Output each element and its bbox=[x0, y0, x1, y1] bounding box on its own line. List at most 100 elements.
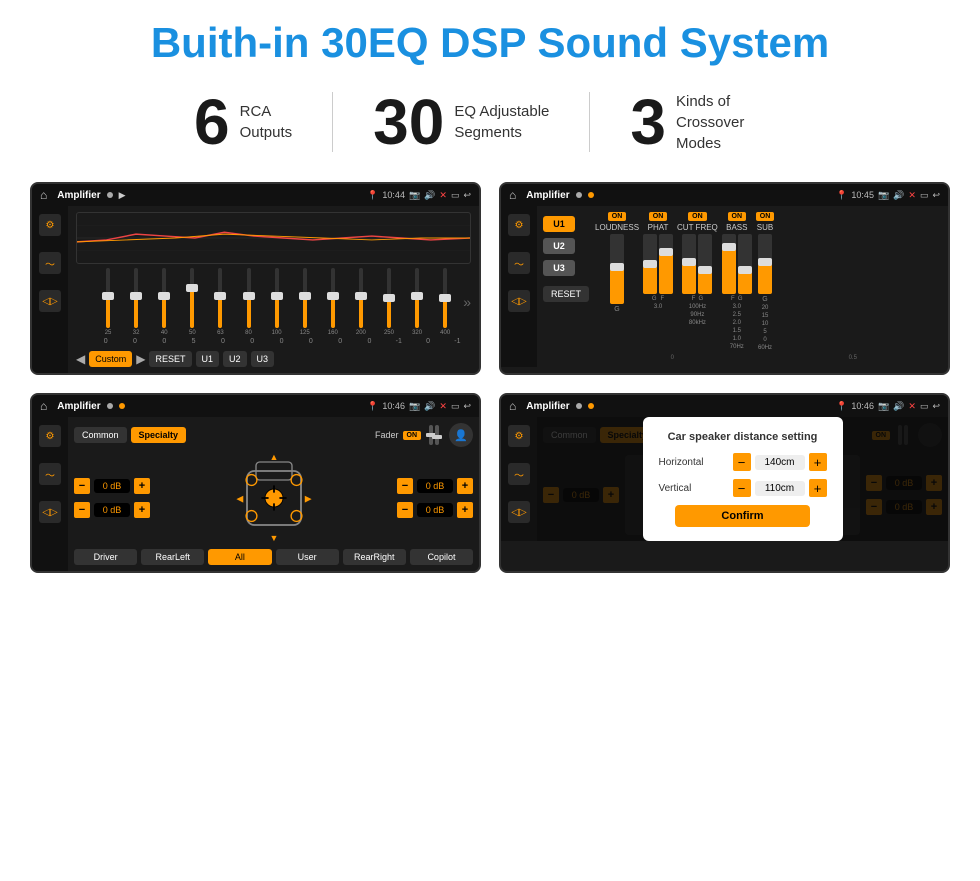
home-icon-3[interactable]: ⌂ bbox=[40, 399, 47, 413]
dialog-confirm-button[interactable]: Confirm bbox=[675, 505, 809, 527]
status-dot-1 bbox=[107, 192, 113, 198]
cross-vol-icon[interactable]: ◁▷ bbox=[508, 290, 530, 312]
status-bar-dialog: ⌂ Amplifier 📍 10:46 📷 🔊 ✕ ▭ ↩ bbox=[501, 395, 948, 417]
x-icon-4: ✕ bbox=[908, 401, 916, 412]
back-icon-2[interactable]: ↩ bbox=[932, 190, 940, 201]
loudness-on-badge: ON bbox=[608, 212, 627, 221]
right-front-minus[interactable]: − bbox=[397, 478, 413, 494]
eq-slider-12[interactable]: 400 bbox=[432, 268, 458, 336]
back-icon-4[interactable]: ↩ bbox=[932, 401, 940, 412]
btn-driver[interactable]: Driver bbox=[74, 549, 137, 565]
left-front-plus[interactable]: + bbox=[134, 478, 150, 494]
bass-slider-2[interactable] bbox=[738, 234, 752, 294]
eq-u1-btn[interactable]: U1 bbox=[196, 351, 220, 367]
eq-slider-9[interactable]: 200 bbox=[348, 268, 374, 336]
fader-vol-icon[interactable]: ◁▷ bbox=[39, 501, 61, 523]
btn-all[interactable]: All bbox=[208, 549, 271, 565]
left-front-minus[interactable]: − bbox=[74, 478, 90, 494]
status-icons-fader: 📍 10:46 📷 🔊 ✕ ▭ ↩ bbox=[367, 401, 471, 412]
dialog-title: Car speaker distance setting bbox=[659, 431, 827, 443]
crossover-u1-btn[interactable]: U1 bbox=[543, 216, 575, 232]
left-rear-db: 0 dB bbox=[94, 503, 130, 517]
eq-u2-btn[interactable]: U2 bbox=[223, 351, 247, 367]
sub-slider[interactable] bbox=[758, 234, 772, 294]
right-rear-db: 0 dB bbox=[417, 503, 453, 517]
phat-slider-2[interactable] bbox=[659, 234, 673, 294]
eq-controls-row: ◀ Custom ▶ RESET U1 U2 U3 bbox=[76, 351, 471, 367]
svg-text:▲: ▲ bbox=[269, 453, 278, 462]
cross-menu-icon[interactable]: ⚙ bbox=[508, 214, 530, 236]
eq-slider-10[interactable]: 250 bbox=[376, 268, 402, 336]
eq-slider-4[interactable]: 63 bbox=[207, 268, 233, 336]
crossover-reset-btn[interactable]: RESET bbox=[543, 286, 589, 302]
btn-rearleft[interactable]: RearLeft bbox=[141, 549, 204, 565]
battery-icon-3: ▭ bbox=[451, 401, 460, 412]
right-rear-minus[interactable]: − bbox=[397, 502, 413, 518]
status-dot-orange-4 bbox=[588, 403, 594, 409]
dialog-horizontal-plus[interactable]: + bbox=[809, 453, 827, 471]
loudness-slider[interactable] bbox=[610, 234, 624, 304]
dialog-wave-icon[interactable]: 〜 bbox=[508, 463, 530, 485]
cutfreq-slider-1[interactable] bbox=[682, 234, 696, 294]
eq-slider-6[interactable]: 100 bbox=[264, 268, 290, 336]
crossover-u3-btn[interactable]: U3 bbox=[543, 260, 575, 276]
camera-icon-2: 📷 bbox=[878, 190, 889, 201]
volume-icon-3: 🔊 bbox=[424, 401, 435, 412]
dialog-vertical-minus[interactable]: − bbox=[733, 479, 751, 497]
eq-u3-btn[interactable]: U3 bbox=[251, 351, 275, 367]
bass-slider-1[interactable] bbox=[722, 234, 736, 294]
eq-slider-7[interactable]: 125 bbox=[292, 268, 318, 336]
btn-copilot[interactable]: Copilot bbox=[410, 549, 473, 565]
play-icon[interactable]: ▶ bbox=[119, 190, 126, 201]
eq-slider-1[interactable]: 32 bbox=[123, 268, 149, 336]
crossover-u2-btn[interactable]: U2 bbox=[543, 238, 575, 254]
stat-label-eq: EQ Adjustable Segments bbox=[454, 101, 549, 143]
eq-wave-icon[interactable]: 〜 bbox=[39, 252, 61, 274]
settings-circle-icon[interactable]: 👤 bbox=[449, 423, 473, 447]
eq-vol-icon[interactable]: ◁▷ bbox=[39, 290, 61, 312]
eq-slider-2[interactable]: 40 bbox=[151, 268, 177, 336]
btn-user[interactable]: User bbox=[276, 549, 339, 565]
crossover-group-bass: ON BASS bbox=[722, 212, 752, 351]
phat-slider-1[interactable] bbox=[643, 234, 657, 294]
crossover-screen-title: Amplifier bbox=[526, 190, 569, 201]
eq-slider-0[interactable]: 25 bbox=[95, 268, 121, 336]
crossover-group-loudness: ON LOUDNESS G bbox=[595, 212, 639, 351]
screen-eq: ⌂ Amplifier ▶ 📍 10:44 📷 🔊 ✕ ▭ ↩ ⚙ bbox=[30, 182, 481, 375]
crossover-sliders: ON LOUDNESS G ON PH bbox=[595, 212, 942, 351]
cross-wave-icon[interactable]: 〜 bbox=[508, 252, 530, 274]
eq-slider-11[interactable]: 320 bbox=[404, 268, 430, 336]
tab-specialty[interactable]: Specialty bbox=[131, 427, 187, 443]
eq-scroll-right[interactable]: » bbox=[461, 268, 471, 336]
eq-menu-icon[interactable]: ⚙ bbox=[39, 214, 61, 236]
tab-common[interactable]: Common bbox=[74, 427, 127, 443]
left-rear-minus[interactable]: − bbox=[74, 502, 90, 518]
fader-wave-icon[interactable]: 〜 bbox=[39, 463, 61, 485]
dialog-menu-icon[interactable]: ⚙ bbox=[508, 425, 530, 447]
home-icon-4[interactable]: ⌂ bbox=[509, 399, 516, 413]
dialog-overlay: Car speaker distance setting Horizontal … bbox=[537, 417, 948, 541]
eq-prev-arrow[interactable]: ◀ bbox=[76, 352, 85, 366]
fader-menu-icon[interactable]: ⚙ bbox=[39, 425, 61, 447]
crossover-group-sub: ON SUB G 20 15 10 5 bbox=[756, 212, 775, 351]
right-front-plus[interactable]: + bbox=[457, 478, 473, 494]
home-icon-2[interactable]: ⌂ bbox=[509, 188, 516, 202]
eq-slider-3[interactable]: 50 bbox=[179, 268, 205, 336]
right-rear-plus[interactable]: + bbox=[457, 502, 473, 518]
left-rear-plus[interactable]: + bbox=[134, 502, 150, 518]
eq-reset-btn[interactable]: RESET bbox=[149, 351, 191, 367]
crossover-group-cutfreq: ON CUT FREQ bbox=[677, 212, 718, 351]
dialog-vertical-plus[interactable]: + bbox=[809, 479, 827, 497]
eq-preset-custom[interactable]: Custom bbox=[89, 351, 132, 367]
dialog-horizontal-minus[interactable]: − bbox=[733, 453, 751, 471]
eq-slider-8[interactable]: 160 bbox=[320, 268, 346, 336]
phat-on-badge: ON bbox=[649, 212, 668, 221]
back-icon[interactable]: ↩ bbox=[463, 190, 471, 201]
home-icon[interactable]: ⌂ bbox=[40, 188, 47, 202]
dialog-vol-icon[interactable]: ◁▷ bbox=[508, 501, 530, 523]
back-icon-3[interactable]: ↩ bbox=[463, 401, 471, 412]
cutfreq-slider-2[interactable] bbox=[698, 234, 712, 294]
btn-rearright[interactable]: RearRight bbox=[343, 549, 406, 565]
eq-slider-5[interactable]: 80 bbox=[235, 268, 261, 336]
eq-next-arrow[interactable]: ▶ bbox=[136, 352, 145, 366]
